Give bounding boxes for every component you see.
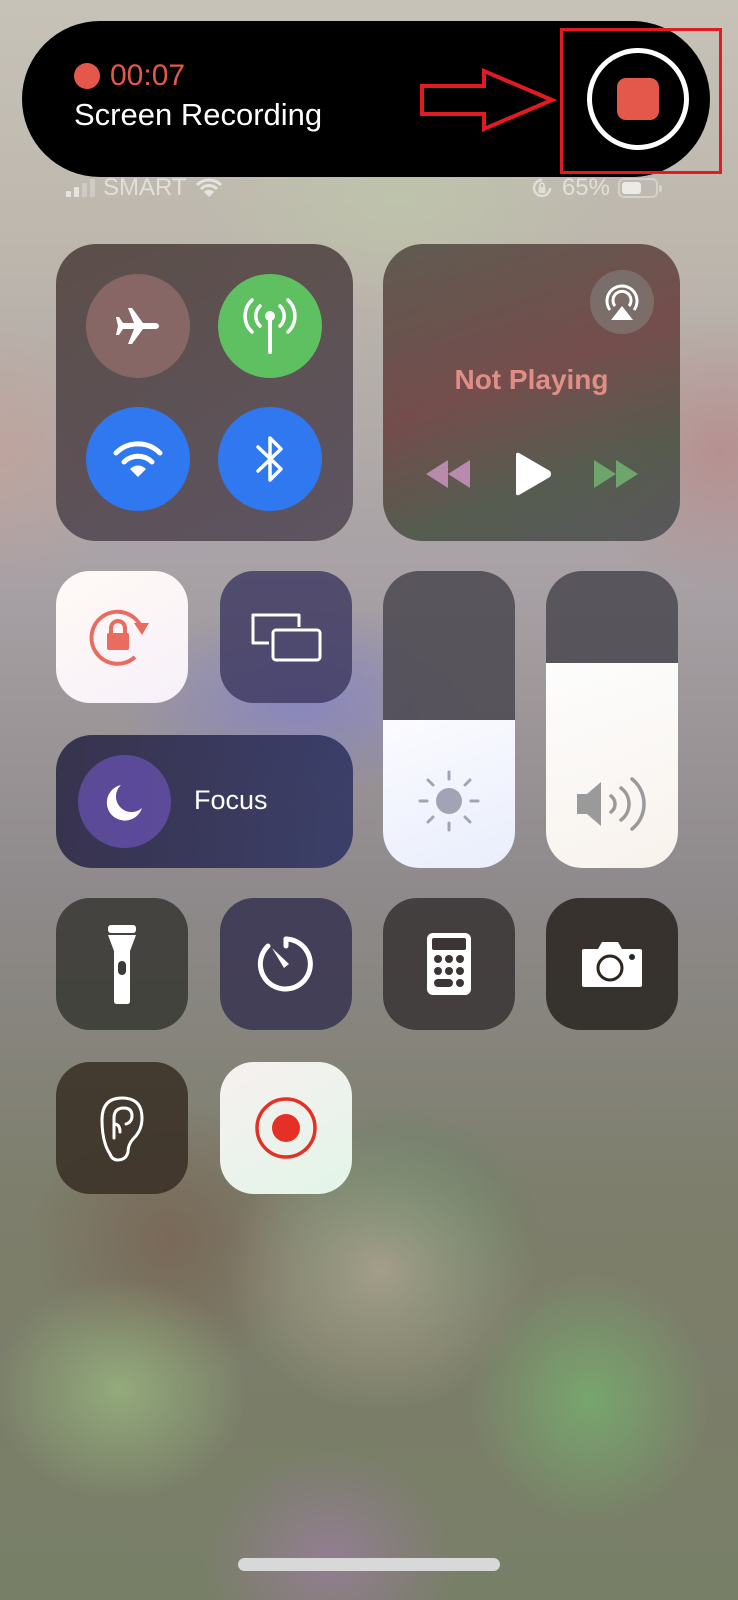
record-icon (255, 1097, 317, 1159)
timer-button[interactable] (220, 898, 352, 1030)
battery-icon (618, 178, 662, 198)
play-button[interactable] (512, 452, 552, 496)
recording-timer: 00:07 (110, 59, 186, 92)
orientation-lock-toggle[interactable] (56, 571, 188, 703)
moon-icon (106, 784, 142, 821)
screen-mirroring-icon (251, 613, 322, 662)
bluetooth-toggle[interactable] (218, 407, 322, 511)
timer-icon (257, 936, 313, 992)
now-playing-panel: Not Playing (383, 244, 680, 541)
brightness-slider[interactable] (383, 571, 515, 868)
wifi-status-icon (195, 178, 222, 197)
rewind-button[interactable] (424, 460, 472, 488)
camera-button[interactable] (546, 898, 678, 1030)
battery-percent: 65% (561, 174, 610, 201)
annotation-highlight-box (560, 28, 722, 174)
rotation-lock-icon (89, 609, 149, 666)
focus-button[interactable]: Focus (56, 735, 353, 868)
focus-label: Focus (194, 785, 268, 815)
sun-icon (418, 770, 480, 832)
now-playing-status: Not Playing (454, 364, 609, 395)
ear-icon (100, 1096, 144, 1162)
wifi-icon (113, 441, 163, 477)
screen-recording-toggle[interactable] (220, 1062, 352, 1194)
hearing-button[interactable] (56, 1062, 188, 1194)
airplay-button[interactable] (590, 270, 654, 334)
recording-dot-icon (74, 63, 100, 89)
speaker-icon (577, 777, 646, 831)
status-bar: SMART 65% (0, 172, 738, 206)
bluetooth-icon (256, 436, 283, 482)
flashlight-button[interactable] (56, 898, 188, 1030)
flashlight-icon (108, 925, 136, 1004)
orientation-lock-status-icon (532, 178, 552, 198)
camera-icon (582, 942, 642, 987)
wifi-toggle[interactable] (86, 407, 190, 511)
airplay-icon (605, 284, 639, 320)
airplane-icon (116, 308, 159, 344)
cellular-signal-icon (66, 179, 95, 197)
calculator-button[interactable] (383, 898, 515, 1030)
antenna-icon (243, 298, 297, 354)
home-indicator[interactable] (238, 1558, 500, 1571)
calculator-icon (427, 933, 471, 995)
recording-label: Screen Recording (74, 97, 323, 132)
airplane-mode-toggle[interactable] (86, 274, 190, 378)
annotation-arrow (420, 68, 558, 132)
screen-mirroring-button[interactable] (220, 571, 352, 703)
carrier-name: SMART (103, 174, 187, 201)
volume-slider[interactable] (546, 571, 678, 868)
volume-fill (546, 663, 678, 868)
cellular-data-toggle[interactable] (218, 274, 322, 378)
fast-forward-button[interactable] (592, 460, 640, 488)
connectivity-panel (56, 244, 353, 541)
